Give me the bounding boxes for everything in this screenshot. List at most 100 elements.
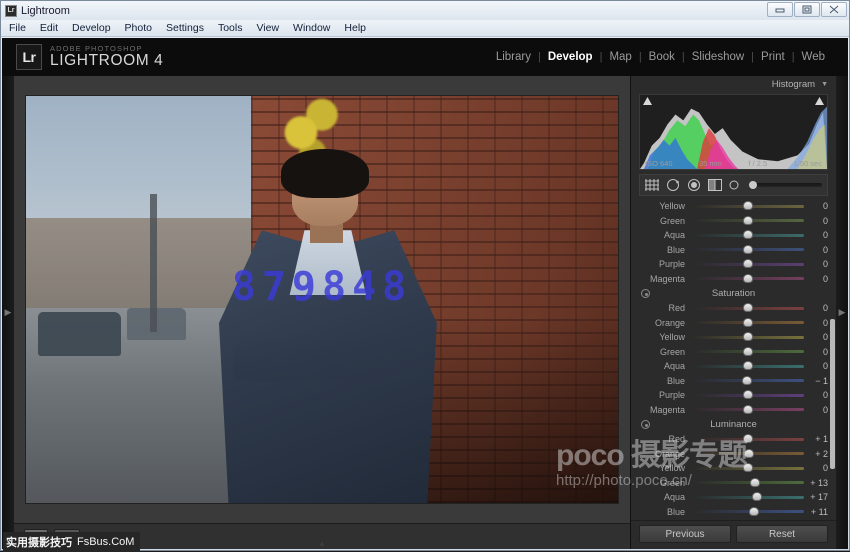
slider-track-blue[interactable] xyxy=(691,510,804,513)
menu-item-tools[interactable]: Tools xyxy=(218,22,243,34)
spot-removal-icon[interactable] xyxy=(666,178,680,192)
slider-knob-yellow[interactable] xyxy=(743,201,753,210)
slider-value-aqua[interactable]: 0 xyxy=(804,230,834,240)
slider-knob-purple[interactable] xyxy=(743,390,753,399)
menu-item-window[interactable]: Window xyxy=(293,22,330,34)
menu-item-develop[interactable]: Develop xyxy=(72,22,111,34)
slider-track-purple[interactable] xyxy=(691,394,804,397)
slider-knob-blue[interactable] xyxy=(742,376,752,385)
slider-knob-magenta[interactable] xyxy=(743,274,753,283)
slider-track-magenta[interactable] xyxy=(691,277,804,280)
photo-preview[interactable]: 879848 xyxy=(26,96,618,503)
slider-knob-green[interactable] xyxy=(750,478,760,487)
slider-value-green[interactable]: 0 xyxy=(804,216,834,226)
slider-knob-orange[interactable] xyxy=(743,318,753,327)
slider-knob-green[interactable] xyxy=(743,216,753,225)
slider-knob-aqua[interactable] xyxy=(743,361,753,370)
slider-track-green[interactable] xyxy=(691,219,804,222)
slider-knob-yellow[interactable] xyxy=(743,332,753,341)
slider-track-orange[interactable] xyxy=(691,321,804,324)
slider-track-yellow[interactable] xyxy=(691,467,804,470)
target-adjustment-icon[interactable] xyxy=(641,420,650,429)
menu-item-photo[interactable]: Photo xyxy=(125,22,152,34)
slider-track-yellow[interactable] xyxy=(691,205,804,208)
slider-knob-red[interactable] xyxy=(743,434,753,443)
slider-label-orange: Orange xyxy=(633,449,691,459)
right-panel-scrollbar[interactable] xyxy=(830,319,835,469)
slider-knob-yellow[interactable] xyxy=(743,463,753,472)
slider-track-red[interactable] xyxy=(691,307,804,310)
brush-size-knob[interactable] xyxy=(749,181,757,189)
slider-track-aqua[interactable] xyxy=(691,365,804,368)
slider-knob-green[interactable] xyxy=(743,347,753,356)
slider-value-green[interactable]: + 13 xyxy=(804,478,834,488)
slider-value-blue[interactable]: 0 xyxy=(804,245,834,255)
target-adjustment-icon[interactable] xyxy=(641,289,650,298)
close-button[interactable] xyxy=(821,2,847,17)
image-canvas[interactable]: 879848 xyxy=(14,76,630,523)
slider-value-blue[interactable]: + 11 xyxy=(804,507,834,517)
slider-value-yellow[interactable]: 0 xyxy=(804,201,834,211)
slider-knob-red[interactable] xyxy=(743,303,753,312)
module-develop[interactable]: Develop xyxy=(541,51,600,63)
reset-button[interactable]: Reset xyxy=(736,525,828,543)
slider-value-magenta[interactable]: 0 xyxy=(804,274,834,284)
photo-subject-hair xyxy=(281,149,370,198)
module-library[interactable]: Library xyxy=(489,51,538,63)
histogram-panel-header[interactable]: Histogram ▼ xyxy=(631,76,836,93)
slider-value-red[interactable]: 0 xyxy=(804,303,834,313)
left-panel-toggle-arrow[interactable]: ▶ xyxy=(2,76,14,549)
menu-item-help[interactable]: Help xyxy=(344,22,366,34)
slider-value-aqua[interactable]: + 17 xyxy=(804,492,834,502)
slider-label-yellow: Yellow xyxy=(633,201,691,211)
slider-knob-purple[interactable] xyxy=(743,259,753,268)
slider-knob-aqua[interactable] xyxy=(752,492,762,501)
slider-track-aqua[interactable] xyxy=(691,496,804,499)
slider-knob-aqua[interactable] xyxy=(743,230,753,239)
slider-label-green: Green xyxy=(633,347,691,357)
slider-track-purple[interactable] xyxy=(691,263,804,266)
slider-knob-magenta[interactable] xyxy=(743,405,753,414)
right-panel-toggle-arrow[interactable]: ▶ xyxy=(836,76,848,549)
maximize-button[interactable] xyxy=(794,2,820,17)
module-print[interactable]: Print xyxy=(754,51,792,63)
slider-knob-orange[interactable] xyxy=(744,449,754,458)
chevron-down-icon[interactable]: ▼ xyxy=(821,81,828,88)
slider-track-yellow[interactable] xyxy=(691,336,804,339)
minimize-button[interactable] xyxy=(767,2,793,17)
histogram-svg xyxy=(640,95,827,169)
slider-knob-blue[interactable] xyxy=(743,245,753,254)
slider-track-green[interactable] xyxy=(691,350,804,353)
slider-track-red[interactable] xyxy=(691,438,804,441)
crop-overlay-icon[interactable] xyxy=(645,179,659,191)
exif-focal-length: 35 mm xyxy=(699,159,722,168)
histogram-graph[interactable]: ISO 640 35 mm f / 2.5 1/50 sec xyxy=(639,94,828,170)
slider-value-purple[interactable]: 0 xyxy=(804,259,834,269)
module-map[interactable]: Map xyxy=(602,51,638,63)
slider-row: Aqua+ 17 xyxy=(633,490,834,505)
module-slideshow[interactable]: Slideshow xyxy=(685,51,751,63)
menu-item-file[interactable]: File xyxy=(9,22,26,34)
app-logo-icon: Lr xyxy=(5,5,17,17)
slider-track-blue[interactable] xyxy=(691,248,804,251)
slider-track-green[interactable] xyxy=(691,481,804,484)
red-eye-icon[interactable] xyxy=(687,178,701,192)
graduated-filter-icon[interactable] xyxy=(708,179,722,191)
slider-track-aqua[interactable] xyxy=(691,234,804,237)
module-picker: Library | Develop | Map | Book | Slidesh… xyxy=(489,51,832,63)
module-book[interactable]: Book xyxy=(642,51,682,63)
slider-label-yellow: Yellow xyxy=(633,332,691,342)
brush-size-slider[interactable] xyxy=(749,183,822,187)
slider-track-magenta[interactable] xyxy=(691,408,804,411)
slider-track-orange[interactable] xyxy=(691,452,804,455)
slider-knob-blue[interactable] xyxy=(749,507,759,516)
menu-item-view[interactable]: View xyxy=(256,22,279,34)
menu-item-edit[interactable]: Edit xyxy=(40,22,58,34)
previous-button[interactable]: Previous xyxy=(639,525,731,543)
lightroom-shell: Lr ADOBE PHOTOSHOP LIGHTROOM 4 Library |… xyxy=(2,38,848,549)
slider-track-blue[interactable] xyxy=(691,379,804,382)
menu-item-settings[interactable]: Settings xyxy=(166,22,204,34)
module-web[interactable]: Web xyxy=(795,51,832,63)
adjustment-brush-icon[interactable] xyxy=(729,180,739,190)
slider-label-aqua: Aqua xyxy=(633,230,691,240)
